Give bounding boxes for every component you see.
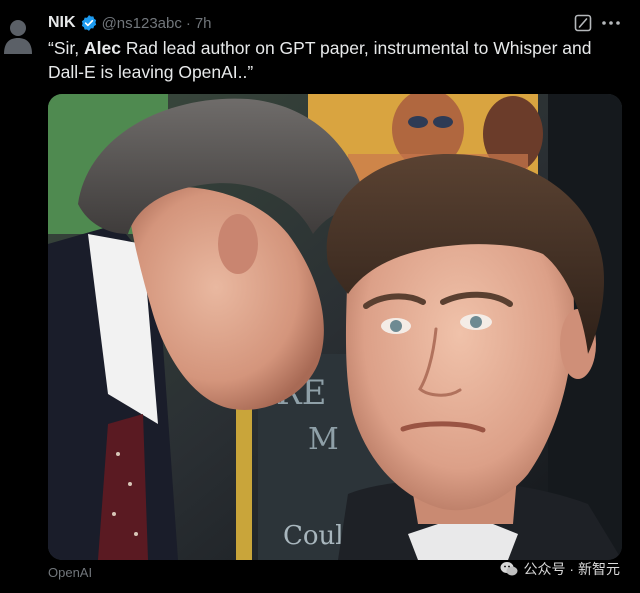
svg-text:M: M bbox=[308, 422, 339, 457]
tweet-text-bold: Alec bbox=[83, 38, 121, 58]
wechat-icon bbox=[500, 562, 518, 576]
more-button[interactable] bbox=[600, 12, 622, 34]
tweet-media[interactable]: RE M Couldn bbox=[48, 94, 622, 560]
watermark: 公众号 · 新智元 bbox=[500, 558, 620, 580]
tweet-text-open: “Sir, bbox=[48, 38, 84, 58]
tweet-text: “Sir, Alec Rad lead author on GPT paper,… bbox=[48, 36, 628, 84]
separator: · bbox=[185, 14, 191, 32]
timestamp[interactable]: 7h bbox=[195, 15, 212, 32]
handle[interactable]: @ns123abc bbox=[102, 15, 182, 32]
grok-icon bbox=[574, 14, 592, 32]
tweet-header: NIK @ns123abc · 7h bbox=[48, 12, 212, 34]
display-name[interactable]: NIK bbox=[48, 14, 76, 32]
tweet-text-rest: Rad lead author on GPT paper, instrument… bbox=[48, 38, 592, 82]
watermark-text: 公众号 · 新智元 bbox=[523, 561, 620, 577]
media-caption: OpenAI bbox=[48, 565, 93, 580]
grok-button[interactable] bbox=[572, 12, 594, 34]
avatar[interactable] bbox=[2, 18, 34, 56]
more-icon bbox=[602, 21, 620, 25]
default-avatar-icon bbox=[4, 20, 32, 54]
photo: RE M Couldn bbox=[48, 94, 622, 560]
verified-badge-icon bbox=[81, 15, 96, 31]
